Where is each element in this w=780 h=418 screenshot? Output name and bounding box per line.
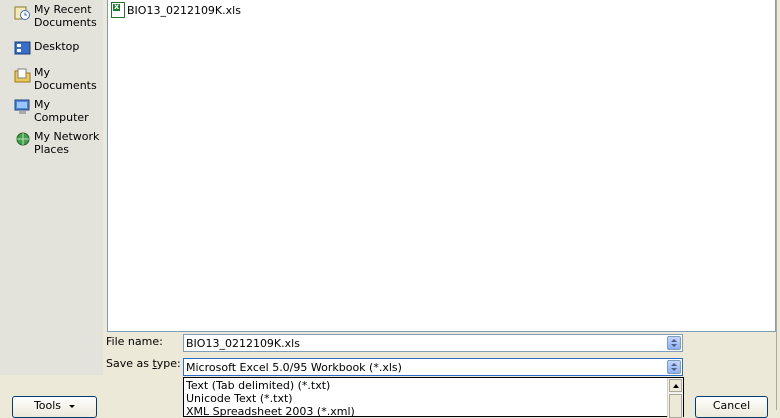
cancel-button[interactable]: Cancel <box>695 396 768 418</box>
places-bar: My Recent Documents Desktop My Documents… <box>0 0 103 375</box>
save-as-type-label: Save as type: <box>106 357 181 370</box>
chevron-down-icon <box>69 404 76 408</box>
save-as-type-value: Microsoft Excel 5.0/95 Workbook (*.xls) <box>186 361 402 374</box>
place-label: My Network Places <box>34 130 100 156</box>
scroll-up-button[interactable] <box>669 379 682 392</box>
save-as-type-dropdown-button[interactable] <box>667 360 681 374</box>
recent-documents-icon <box>14 4 31 20</box>
file-name-label: File name: <box>106 335 163 348</box>
place-my-documents[interactable]: My Documents <box>14 66 100 92</box>
save-as-type-label-pre: Save as <box>106 357 153 370</box>
desktop-icon <box>14 41 31 57</box>
dropdown-scrollbar[interactable] <box>667 378 683 418</box>
place-label: My Recent Documents <box>34 3 97 29</box>
place-label: My Documents <box>34 66 97 92</box>
file-item[interactable]: BIO13_0212109K.xls <box>111 2 241 18</box>
file-name-input[interactable]: BIO13_0212109K.xls <box>183 334 683 352</box>
my-computer-icon <box>14 99 31 115</box>
dropdown-option[interactable]: Text (Tab delimited) (*.txt) <box>186 379 330 392</box>
file-name-dropdown-button[interactable] <box>667 336 681 350</box>
place-my-computer[interactable]: My Computer <box>14 98 100 124</box>
place-label: Desktop <box>34 40 80 53</box>
scroll-thumb[interactable] <box>669 394 682 418</box>
dropdown-option[interactable]: XML Spreadsheet 2003 (*.xml) <box>186 405 355 418</box>
file-name-value: BIO13_0212109K.xls <box>186 337 300 350</box>
cancel-button-label: Cancel <box>712 399 751 412</box>
save-as-type-select[interactable]: Microsoft Excel 5.0/95 Workbook (*.xls) <box>183 358 683 376</box>
place-my-recent-documents[interactable]: My Recent Documents <box>14 3 100 29</box>
network-places-icon <box>14 131 31 147</box>
file-list[interactable]: BIO13_0212109K.xls <box>107 0 776 332</box>
save-as-type-dropdown-list[interactable]: Text (Tab delimited) (*.txt) Unicode Tex… <box>183 377 684 418</box>
excel-file-icon <box>111 2 125 18</box>
tools-button[interactable]: Tools <box>12 396 97 418</box>
place-my-network-places[interactable]: My Network Places <box>14 130 100 156</box>
place-label: My Computer <box>34 98 89 124</box>
window-edge <box>776 0 780 410</box>
tools-button-label: Tools <box>33 399 62 412</box>
dropdown-option[interactable]: Unicode Text (*.txt) <box>186 392 293 405</box>
my-documents-icon <box>14 67 31 83</box>
file-name-label: BIO13_0212109K.xls <box>127 3 241 17</box>
place-desktop[interactable]: Desktop <box>14 40 100 57</box>
save-as-type-label-post: ype: <box>156 357 181 370</box>
